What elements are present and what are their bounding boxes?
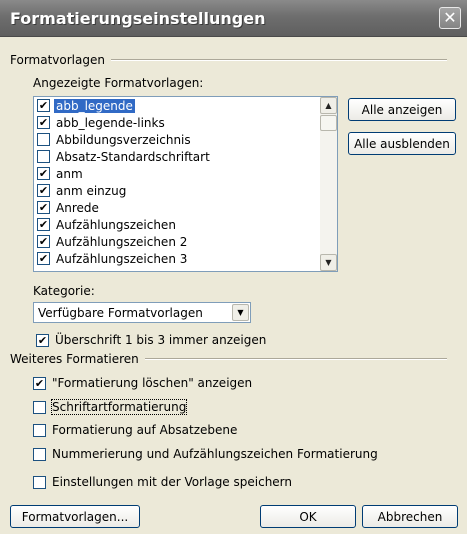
group-formatvorlagen: Formatvorlagen <box>10 53 447 67</box>
formatvorlagen-button[interactable]: Formatvorlagen... <box>10 505 140 528</box>
checkbox-box[interactable]: ✔ <box>36 333 49 347</box>
close-button[interactable]: ✕ <box>439 7 461 29</box>
ok-button[interactable]: OK <box>260 505 356 528</box>
hide-all-button[interactable]: Alle ausblenden <box>348 132 456 155</box>
list-item[interactable]: ✔ Aufzählungszeichen <box>34 216 320 233</box>
styles-listbox[interactable]: ✔ abb_legende ✔ abb_legende-links Abbildungs… <box>33 96 338 272</box>
option-paragraph-formatting-label: Formatierung auf Absatzebene <box>52 423 238 437</box>
list-item[interactable]: ✔ Aufzählungszeichen 2 <box>34 233 320 250</box>
list-item-label: Absatz-Standardschriftart <box>56 149 210 164</box>
save-with-template-label: Einstellungen mit der Vorlage speichern <box>52 475 293 489</box>
group-weiteres-label: Weiteres Formatieren <box>10 352 139 366</box>
checkbox-box[interactable] <box>33 447 46 461</box>
list-item[interactable]: ✔ abb_legende <box>34 97 320 114</box>
title-bar: Formatierungseinstellungen ✕ <box>0 0 467 37</box>
checkbox-box[interactable] <box>37 133 50 146</box>
list-item-label: abb_legende-links <box>56 115 165 130</box>
list-item-label: Anrede <box>56 200 99 215</box>
list-item[interactable]: ✔ Anrede <box>34 199 320 216</box>
list-item-label: anm einzug <box>56 183 127 198</box>
list-item[interactable]: Abbildungsverzeichnis <box>34 131 320 148</box>
group-weiteres-formatieren: Weiteres Formatieren <box>10 352 447 366</box>
arrow-up-icon: ▲ <box>325 101 332 110</box>
checkbox-box[interactable]: ✔ <box>37 201 50 214</box>
shown-styles-label: Angezeigte Formatvorlagen: <box>33 76 204 90</box>
option-paragraph-formatting[interactable]: Formatierung auf Absatzebene <box>33 423 237 437</box>
heading-always-show-checkbox[interactable]: ✔ Überschrift 1 bis 3 immer anzeigen <box>36 333 266 347</box>
checkbox-box[interactable]: ✔ <box>37 184 50 197</box>
group-divider <box>144 358 447 360</box>
scroll-down-button[interactable]: ▼ <box>320 254 337 271</box>
checkbox-box[interactable]: ✔ <box>37 252 50 265</box>
category-label: Kategorie: <box>33 284 95 298</box>
list-item[interactable]: ✔ abb_legende-links <box>34 114 320 131</box>
chevron-down-icon[interactable]: ▼ <box>232 304 249 321</box>
list-item[interactable]: ✔ anm <box>34 165 320 182</box>
scroll-up-button[interactable]: ▲ <box>320 97 337 114</box>
option-font-formatting-label: Schriftartformatierung <box>50 399 188 415</box>
checkbox-box[interactable] <box>33 475 46 489</box>
cancel-button[interactable]: Abbrechen <box>362 505 458 528</box>
list-item-label: Abbildungsverzeichnis <box>56 132 191 147</box>
list-item-label: anm <box>56 166 83 181</box>
group-formatvorlagen-label: Formatvorlagen <box>10 53 105 67</box>
checkbox-box[interactable]: ✔ <box>37 235 50 248</box>
listbox-scrollbar[interactable]: ▲ ▼ <box>320 97 337 271</box>
list-item-label: Aufzählungszeichen 3 <box>56 251 188 266</box>
checkbox-box[interactable] <box>33 400 46 414</box>
list-item-label: abb_legende <box>54 98 135 113</box>
option-clear-formatting-label: "Formatierung löschen" anzeigen <box>52 376 253 390</box>
show-all-button[interactable]: Alle anzeigen <box>348 98 456 121</box>
checkbox-box[interactable] <box>37 150 50 163</box>
checkbox-box[interactable]: ✔ <box>37 167 50 180</box>
option-font-formatting[interactable]: Schriftartformatierung <box>33 399 188 415</box>
styles-list: ✔ abb_legende ✔ abb_legende-links Abbildungs… <box>34 97 320 271</box>
category-select-value: Verfügbare Formatvorlagen <box>38 306 203 320</box>
scroll-thumb[interactable] <box>320 115 337 131</box>
list-item[interactable]: Absatz-Standardschriftart <box>34 148 320 165</box>
heading-always-show-label: Überschrift 1 bis 3 immer anzeigen <box>55 333 267 347</box>
arrow-down-icon: ▼ <box>325 258 332 267</box>
window-title: Formatierungseinstellungen <box>10 9 266 28</box>
save-with-template-checkbox[interactable]: Einstellungen mit der Vorlage speichern <box>33 475 292 489</box>
checkbox-box[interactable]: ✔ <box>37 218 50 231</box>
list-item[interactable]: ✔ Aufzählungszeichen 3 <box>34 250 320 267</box>
close-icon: ✕ <box>443 8 457 27</box>
group-divider <box>110 59 447 61</box>
option-clear-formatting[interactable]: ✔ "Formatierung löschen" anzeigen <box>33 376 252 390</box>
checkbox-box[interactable]: ✔ <box>37 99 50 112</box>
checkbox-box[interactable]: ✔ <box>37 116 50 129</box>
option-numbering-formatting-label: Nummerierung und Aufzählungszeichen Form… <box>52 447 378 461</box>
list-item-label: Aufzählungszeichen 2 <box>56 234 188 249</box>
checkbox-box[interactable]: ✔ <box>33 376 46 390</box>
option-numbering-formatting[interactable]: Nummerierung und Aufzählungszeichen Form… <box>33 447 378 461</box>
list-item[interactable]: ✔ anm einzug <box>34 182 320 199</box>
category-select[interactable]: Verfügbare Formatvorlagen ▼ <box>33 302 251 323</box>
list-item-label: Aufzählungszeichen <box>56 217 176 232</box>
checkbox-box[interactable] <box>33 423 46 437</box>
